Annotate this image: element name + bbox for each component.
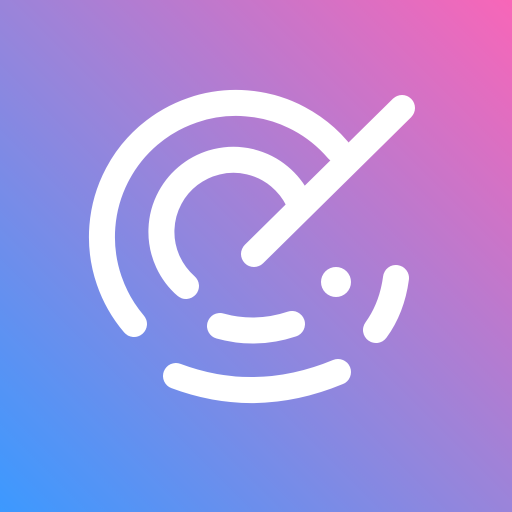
inner-arc-bottom — [207, 311, 305, 344]
radar-icon — [0, 0, 512, 512]
blip-dot — [321, 267, 351, 297]
app-icon — [0, 0, 512, 512]
